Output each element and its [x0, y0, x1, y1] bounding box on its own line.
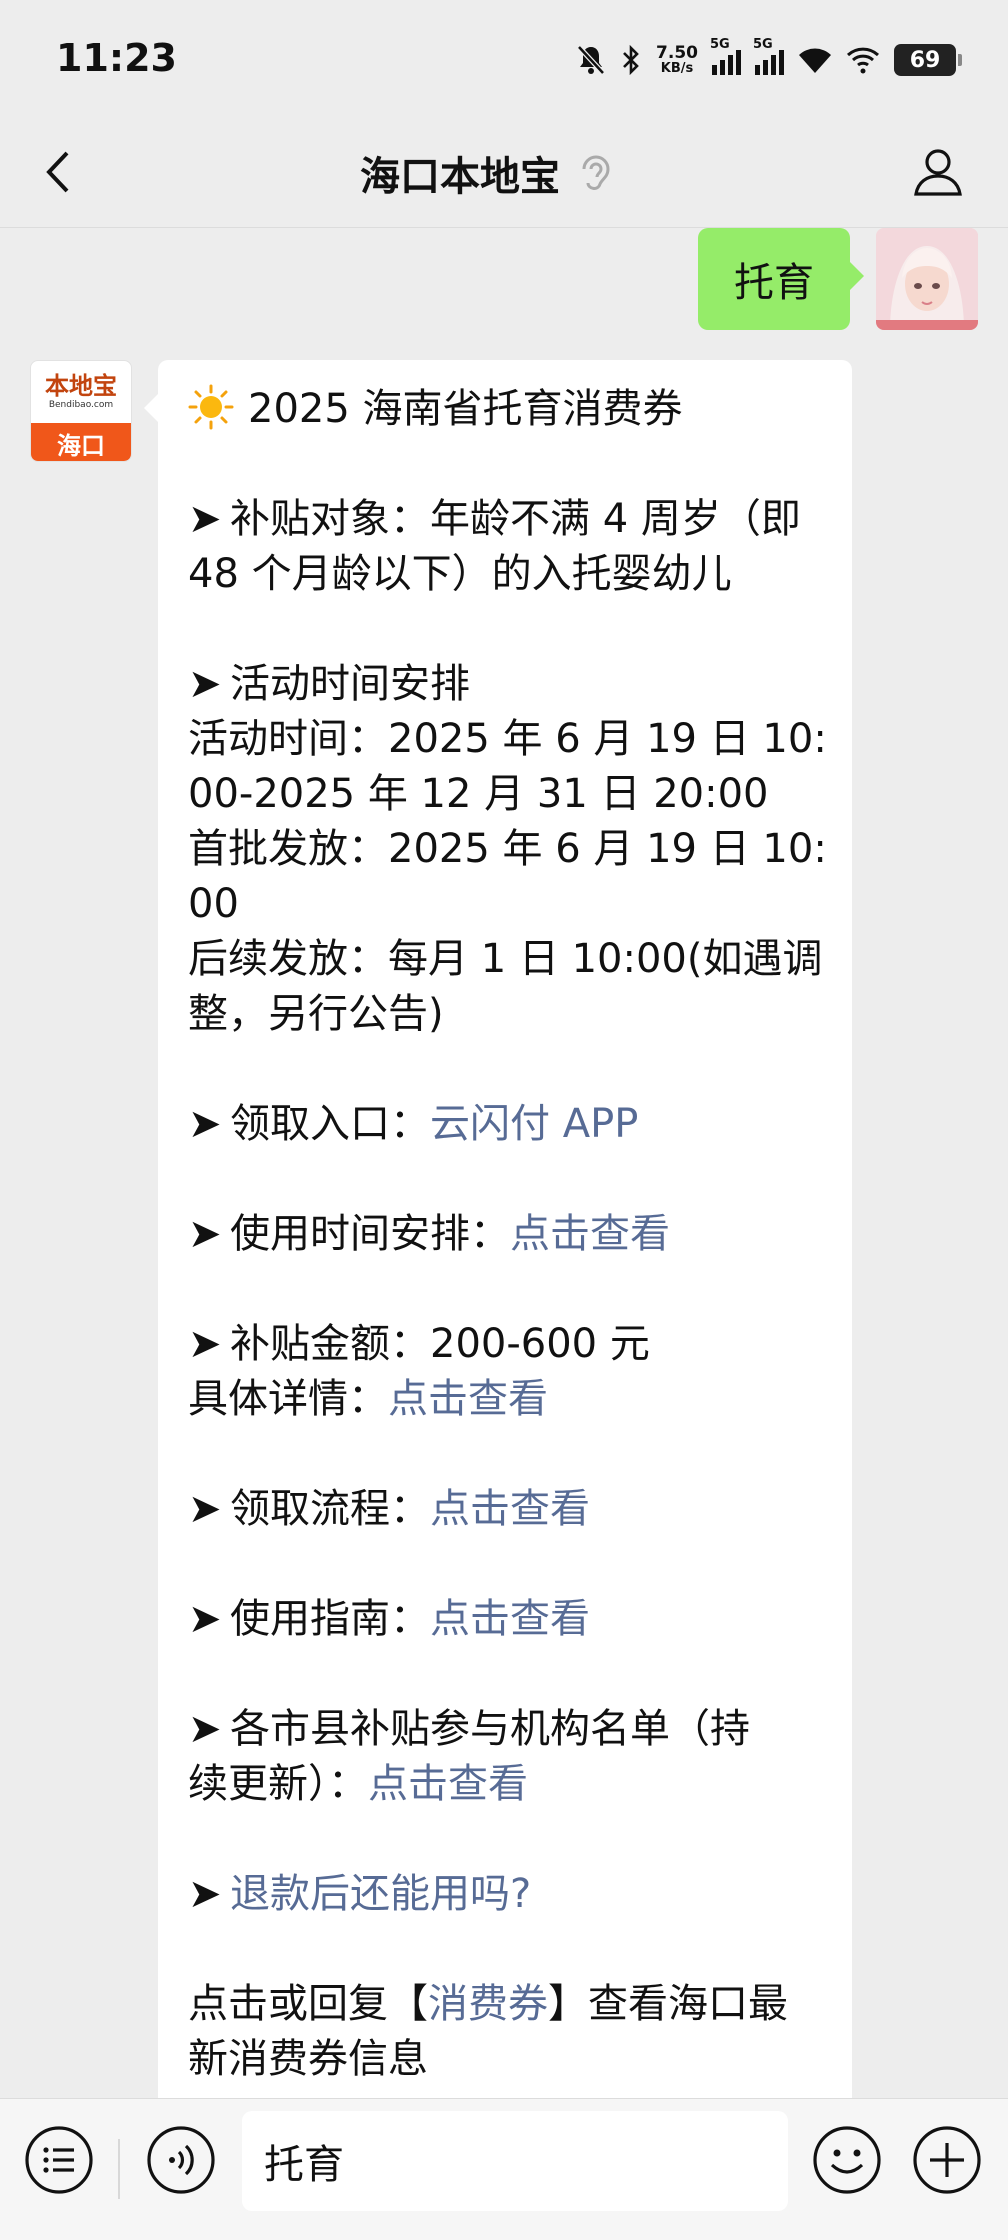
- profile-button[interactable]: [908, 142, 968, 202]
- footer-text-line2: 新消费券信息: [188, 2036, 428, 2082]
- receive-entry-link[interactable]: 云闪付 APP: [430, 1101, 638, 1147]
- net-speed-unit: KB/s: [660, 61, 694, 76]
- guide-label: 使用指南：: [230, 1596, 430, 1642]
- emoji-button[interactable]: [812, 2125, 882, 2195]
- coupon-keyword-link[interactable]: 消费券: [428, 1981, 548, 2027]
- activity-time-line2: 00-2025 年 12 月 31 日 20:00: [188, 771, 769, 817]
- footer-text-a: 点击或回复【: [188, 1981, 428, 2027]
- more-button[interactable]: [912, 2125, 982, 2195]
- message-input-text: 托育: [264, 2142, 344, 2188]
- arrow-icon: ➤: [188, 1211, 222, 1257]
- input-bar: 托育: [0, 2098, 1008, 2240]
- first-release-line1: 首批发放：2025 年 6 月 19 日 10:: [188, 826, 827, 872]
- official-account-avatar[interactable]: 本地宝 Bendibao.com 海口: [30, 360, 132, 462]
- status-icons: 7.50 KB/s 5G 5G 69: [576, 37, 962, 82]
- refund-link[interactable]: 退款后还能用吗?: [230, 1871, 531, 1917]
- usage-time-link[interactable]: 点击查看: [510, 1211, 670, 1257]
- subsidy-target-line2: 48 个月龄以下）的入托婴幼儿: [188, 551, 732, 597]
- arrow-icon: ➤: [188, 1321, 222, 1367]
- later-release-line2: 整，另行公告): [188, 991, 444, 1037]
- arrow-icon: ➤: [188, 496, 222, 542]
- divider: [118, 2139, 120, 2199]
- first-release-line2: 00: [188, 881, 239, 927]
- subsidy-target-line1: 补贴对象：年龄不满 4 周岁（即: [230, 496, 801, 542]
- message-title-line: 2025 海南省托育消费券: [188, 382, 822, 437]
- guide-link[interactable]: 点击查看: [430, 1596, 590, 1642]
- arrow-icon: ➤: [188, 1486, 222, 1532]
- user-avatar-illustration: [876, 228, 978, 330]
- institution-list-link[interactable]: 点击查看: [368, 1761, 528, 1807]
- message-input[interactable]: 托育: [242, 2111, 788, 2211]
- mute-bell-icon: [577, 45, 605, 75]
- sim1-label: 5G: [710, 37, 730, 52]
- receive-entry-label: 领取入口：: [230, 1101, 430, 1147]
- footer-text-b: 】查看海口最: [548, 1981, 788, 2027]
- arrow-icon: ➤: [188, 661, 222, 707]
- logo-sub-text: Bendibao.com: [48, 400, 114, 410]
- process-label: 领取流程：: [230, 1486, 430, 1532]
- arrow-icon: ➤: [188, 1871, 222, 1917]
- menu-button[interactable]: [24, 2125, 94, 2195]
- status-time: 11:23: [56, 36, 177, 80]
- back-button[interactable]: [28, 142, 88, 202]
- bluetooth-icon: [623, 44, 639, 76]
- bot-message-bubble[interactable]: 2025 海南省托育消费券 ➤ 补贴对象：年龄不满 4 周岁（即 48 个月龄以下…: [144, 360, 852, 2098]
- later-release-line1: 后续发放：每月 1 日 10:00(如遇调: [188, 936, 823, 982]
- logo-main-text: 本地宝: [45, 372, 117, 400]
- battery-icon: 69: [894, 44, 962, 76]
- voice-icon: [147, 2126, 215, 2194]
- subsidy-amount: 补贴金额：200-600 元: [230, 1321, 650, 1367]
- ear-icon: [582, 155, 610, 190]
- net-speed-value: 7.50: [656, 43, 698, 63]
- usage-time-label: 使用时间安排：: [230, 1211, 510, 1257]
- chat-area[interactable]: 托育 本地宝 Bendibao.com 海口 2025 海南省托育消费券 ➤ 补…: [0, 228, 1008, 2098]
- user-avatar[interactable]: [876, 228, 978, 330]
- arrow-icon: ➤: [188, 1596, 222, 1642]
- chat-title-wrap: 海口本地宝: [360, 144, 614, 202]
- chevron-left-icon: [46, 151, 69, 193]
- logo-city-text: 海口: [31, 423, 131, 461]
- details-link[interactable]: 点击查看: [388, 1376, 548, 1422]
- signal-sim1-icon: 5G: [710, 37, 741, 75]
- chat-header: 海口本地宝: [0, 118, 1008, 228]
- voice-button[interactable]: [146, 2125, 216, 2195]
- user-message-bubble[interactable]: 托育: [698, 228, 864, 330]
- emoji-icon: [813, 2126, 881, 2194]
- message-title: 2025 海南省托育消费券: [248, 386, 683, 432]
- details-label: 具体详情：: [188, 1376, 388, 1422]
- activity-time-line1: 活动时间：2025 年 6 月 19 日 10:: [188, 716, 827, 762]
- plus-icon: [913, 2126, 981, 2194]
- signal-sim2-icon: 5G: [753, 37, 784, 75]
- net-speed: 7.50 KB/s: [656, 43, 698, 76]
- arrow-icon: ➤: [188, 1706, 222, 1752]
- bendibao-logo: 本地宝 Bendibao.com: [31, 361, 131, 423]
- wifi-icon-2: [846, 47, 880, 74]
- user-message-text: 托育: [734, 260, 814, 306]
- institution-list-label2: 续更新）：: [188, 1761, 368, 1807]
- process-link[interactable]: 点击查看: [430, 1486, 590, 1532]
- sim2-label: 5G: [753, 37, 773, 52]
- institution-list-label1: 各市县补贴参与机构名单（持: [230, 1706, 750, 1752]
- wifi-icon: [799, 48, 831, 73]
- sun-icon: [188, 384, 234, 430]
- arrow-icon: ➤: [188, 1101, 222, 1147]
- status-bar: 11:23 7.50 KB/s 5G 5G 69: [0, 0, 1008, 118]
- person-icon: [914, 149, 962, 196]
- page-title: 海口本地宝: [360, 154, 560, 200]
- list-menu-icon: [25, 2126, 93, 2194]
- schedule-heading: 活动时间安排: [230, 661, 470, 707]
